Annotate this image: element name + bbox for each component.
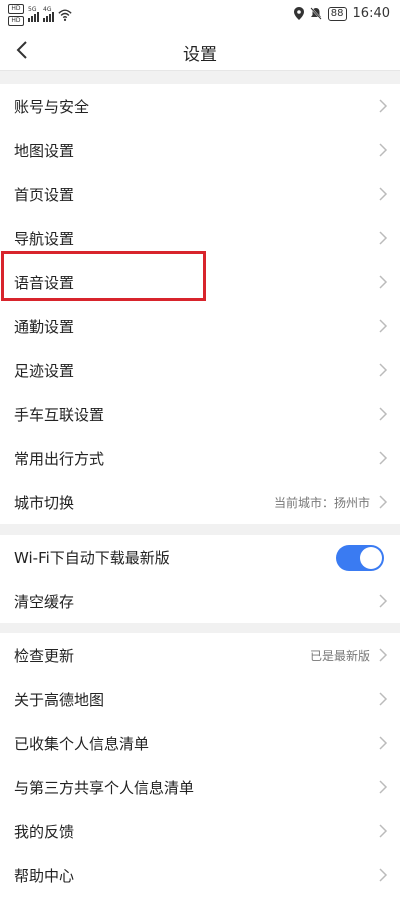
row-shared-info[interactable]: 与第三方共享个人信息清单 [0, 765, 400, 809]
row-home-settings[interactable]: 首页设置 [0, 172, 400, 216]
row-label: 我的反馈 [14, 822, 75, 841]
row-commute-settings[interactable]: 通勤设置 [0, 304, 400, 348]
location-icon [293, 7, 304, 20]
chevron-right-icon [378, 867, 388, 883]
row-label: 关于高德地图 [14, 690, 105, 709]
row-label: 首页设置 [14, 185, 75, 204]
chevron-right-icon [378, 494, 388, 510]
chevron-right-icon [378, 647, 388, 663]
row-clear-cache[interactable]: 清空缓存 [0, 579, 400, 623]
chevron-right-icon [378, 98, 388, 114]
row-label: 已收集个人信息清单 [14, 734, 150, 753]
sim-indicators: HD HD [8, 4, 24, 26]
row-label: 检查更新 [14, 646, 75, 665]
row-label: 通勤设置 [14, 317, 75, 336]
net1-label: 5G [28, 6, 37, 13]
chevron-right-icon [378, 823, 388, 839]
clock: 16:40 [352, 6, 390, 21]
nav-header: 设置 [0, 30, 400, 71]
row-check-update[interactable]: 检查更新 已是最新版 [0, 633, 400, 677]
row-help-center[interactable]: 帮助中心 [0, 853, 400, 897]
current-city-value: 当前城市：扬州市 [273, 495, 370, 510]
highlight-box [1, 251, 206, 301]
chevron-right-icon [378, 230, 388, 246]
sim2-badge: HD [8, 16, 24, 26]
signal-1-icon: 5G [28, 6, 39, 22]
signal-2-icon: 4G [43, 6, 54, 22]
mute-bell-icon [310, 7, 322, 20]
wifi-auto-download-toggle[interactable] [336, 545, 384, 571]
chevron-right-icon [378, 450, 388, 466]
row-about[interactable]: 关于高德地图 [0, 677, 400, 721]
row-label: 与第三方共享个人信息清单 [14, 778, 195, 797]
chevron-right-icon [378, 593, 388, 609]
row-car-link-settings[interactable]: 手车互联设置 [0, 392, 400, 436]
chevron-right-icon [378, 735, 388, 751]
toggle-knob [360, 547, 382, 569]
row-city-switch[interactable]: 城市切换 当前城市：扬州市 [0, 480, 400, 524]
row-map-settings[interactable]: 地图设置 [0, 128, 400, 172]
row-collected-info[interactable]: 已收集个人信息清单 [0, 721, 400, 765]
row-wifi-auto-download: Wi-Fi下自动下载最新版 [0, 535, 400, 579]
row-label: 城市切换 [14, 493, 75, 512]
status-left: HD HD 5G 4G [8, 4, 72, 26]
row-label: Wi-Fi下自动下载最新版 [14, 548, 170, 567]
chevron-right-icon [378, 274, 388, 290]
row-label: 导航设置 [14, 229, 75, 248]
row-label: 常用出行方式 [14, 449, 105, 468]
chevron-right-icon [378, 362, 388, 378]
chevron-right-icon [378, 318, 388, 334]
battery-indicator: 88 [327, 6, 347, 21]
row-label: 手车互联设置 [14, 405, 105, 424]
status-right: 88 16:40 [293, 6, 390, 21]
chevron-right-icon [378, 406, 388, 422]
row-account-security[interactable]: 账号与安全 [0, 84, 400, 128]
page-title: 设置 [183, 45, 217, 65]
chevron-right-icon [378, 691, 388, 707]
status-bar: HD HD 5G 4G 88 16:40 [0, 0, 400, 30]
settings-group-2: Wi-Fi下自动下载最新版 清空缓存 [0, 535, 400, 623]
row-label: 账号与安全 [14, 97, 90, 116]
sim1-badge: HD [8, 4, 24, 14]
wifi-icon [58, 9, 72, 21]
row-footprint-settings[interactable]: 足迹设置 [0, 348, 400, 392]
row-feedback[interactable]: 我的反馈 [0, 809, 400, 853]
row-label: 帮助中心 [14, 866, 75, 885]
net2-label: 4G [43, 6, 52, 13]
update-status-value: 已是最新版 [309, 648, 370, 663]
settings-group-3: 检查更新 已是最新版 关于高德地图 已收集个人信息清单 与第三方共享个人信息清单… [0, 633, 400, 897]
row-label: 足迹设置 [14, 361, 75, 380]
row-label: 地图设置 [14, 141, 75, 160]
row-label: 清空缓存 [14, 592, 75, 611]
chevron-right-icon [378, 142, 388, 158]
chevron-right-icon [378, 186, 388, 202]
row-travel-mode[interactable]: 常用出行方式 [0, 436, 400, 480]
chevron-right-icon [378, 779, 388, 795]
settings-group-1: 账号与安全 地图设置 首页设置 导航设置 语音设置 通勤设置 足迹设置 手车互联… [0, 84, 400, 524]
